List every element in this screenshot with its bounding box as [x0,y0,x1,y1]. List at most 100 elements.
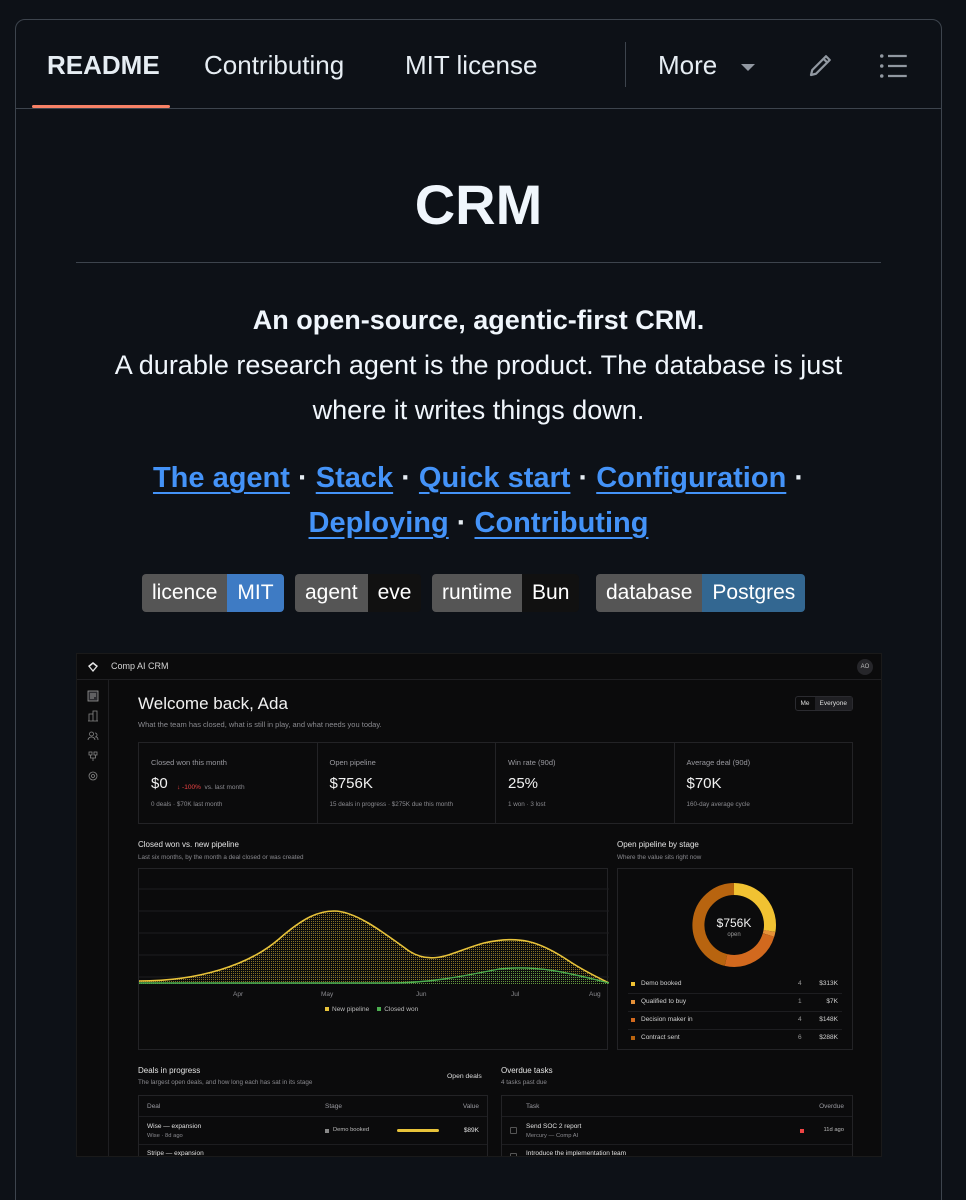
deal-name[interactable]: Stripe — expansion [147,1150,204,1156]
kpi-delta: ↓ -100% vs. last month [177,784,245,791]
stage-dot-icon [325,1129,329,1133]
kpi-value: $756K [329,775,373,792]
task-name[interactable]: Send SOC 2 report [526,1123,581,1130]
toggle-everyone[interactable]: Everyone [814,697,852,710]
link-quick-start[interactable]: Quick start [419,462,571,494]
stage-amount: $313K [819,980,838,987]
task-name[interactable]: Introduce the implementation team [526,1150,626,1156]
tab-readme[interactable]: README [47,50,160,81]
kpi-row: Closed won this month $0 ↓ -100% vs. las… [138,742,853,824]
pipeline-chart [139,888,609,984]
welcome-heading: Welcome back, Ada [138,694,288,713]
pencil-icon[interactable] [806,50,836,80]
badge-value: Bun [522,574,580,612]
tab-contributing[interactable]: Contributing [204,50,344,81]
database-badge[interactable]: database Postgres [596,574,806,612]
column-header: Task [526,1103,540,1110]
column-header: Stage [325,1103,342,1110]
badge-value: MIT [227,574,284,612]
stage-row: Decision maker in 4 $148K [628,1012,842,1030]
scope-toggle: Me Everyone [794,696,853,711]
open-deals-link[interactable]: Open deals [447,1073,482,1080]
stage-count: 4 [798,980,802,987]
legend-new-pipeline: New pipeline [325,1006,369,1013]
deal-sub: Wise · 8d ago [147,1133,183,1139]
deal-name[interactable]: Wise — expansion [147,1123,201,1130]
chevron-down-icon[interactable] [741,64,755,71]
donut-center-value: $756K [716,916,752,930]
link-contributing[interactable]: Contributing [475,507,649,539]
runtime-badge[interactable]: runtime Bun [432,574,580,612]
kpi-label: Closed won this month [151,758,227,767]
badge-value: eve [367,574,422,612]
task-checkbox[interactable] [510,1153,517,1156]
tagline-body: A durable research agent is the product.… [114,350,843,425]
task-overdue: 11d ago [823,1127,844,1133]
row-divider [502,1116,852,1117]
stage-name: Contract sent [641,1034,680,1041]
app-topbar: Comp AI CRM AO [77,654,881,680]
welcome-subtitle: What the team has closed, what is still … [138,720,382,729]
stage-count: 4 [798,1016,802,1023]
badge-key: licence [142,574,228,612]
people-icon[interactable] [87,730,99,742]
legend-label: New pipeline [332,1006,370,1013]
link-the-agent[interactable]: The agent [153,462,290,494]
donut-center-label: open [727,932,741,938]
kpi-sub: 15 deals in progress · $275K due this mo… [329,801,454,808]
tagline-bold: An open-source, agentic-first CRM. [252,305,705,335]
agent-badge[interactable]: agent eve [295,574,422,612]
licence-badge[interactable]: licence MIT [142,574,284,612]
legend-closed-won: Closed won [377,1006,418,1013]
column-header: Deal [147,1103,161,1110]
link-deploying[interactable]: Deploying [309,507,449,539]
kpi-delta-tail: vs. last month [204,784,245,791]
link-configuration[interactable]: Configuration [596,462,786,494]
stage-amount: $7K [826,998,838,1005]
row-divider [502,1144,852,1145]
kpi-label: Open pipeline [329,758,376,767]
stage-amount: $288K [819,1034,838,1041]
deal-age-bar [397,1129,439,1132]
toggle-me[interactable]: Me [796,697,815,710]
avatar[interactable]: AO [857,659,873,675]
row-divider [139,1116,487,1117]
legend-label: Closed won [384,1006,419,1013]
deal-stage: Demo booked [333,1127,370,1133]
badge-row: licence MIT agent eve runtime Bun databa… [16,574,941,612]
kpi-value: $70K [686,775,722,792]
overdue-dot-icon [800,1129,804,1133]
donut-slice-decision-maker [724,932,775,967]
app-sidebar [77,680,109,1156]
kpi-card: Win rate (90d) 25% 1 won · 3 lost [496,743,675,823]
tasks-title: Overdue tasks [501,1066,553,1075]
stage-name: Decision maker in [641,1016,693,1023]
deals-subtitle: The largest open deals, and how long eac… [138,1079,313,1086]
agent-icon[interactable] [87,750,99,762]
stage-name: Qualified to buy [641,998,687,1005]
kpi-sub: 1 won · 3 lost [508,801,546,808]
tab-mit-license[interactable]: MIT license [405,50,537,81]
settings-icon[interactable] [87,770,99,782]
dashboard-icon[interactable] [87,690,99,702]
x-tick-label: May [321,991,334,998]
link-separator: · [401,462,411,494]
kpi-label: Average deal (90d) [686,758,751,767]
tasks-table: Task Overdue Send SOC 2 report Mercury —… [501,1095,853,1156]
outline-list-icon[interactable] [878,52,908,80]
badge-key: runtime [432,574,523,612]
app-logo-icon [88,662,98,672]
readme-nav-links: The agent · Stack · Quick start · Config… [76,456,881,546]
stage-amount: $148K [819,1016,838,1023]
app-title: Comp AI CRM [111,661,169,671]
kpi-sub: 160-day average cycle [686,801,750,808]
x-tick-label: Jul [511,991,520,998]
deals-title: Deals in progress [138,1066,201,1075]
task-checkbox[interactable] [510,1127,517,1134]
stage-chart-card: $756K open Demo booked 4 $313K Qualified t… [617,868,853,1050]
link-stack[interactable]: Stack [316,462,393,494]
column-header: Value [462,1103,479,1110]
more-menu-button[interactable]: More [658,50,717,81]
stage-name: Demo booked [641,980,682,987]
companies-icon[interactable] [87,710,99,722]
